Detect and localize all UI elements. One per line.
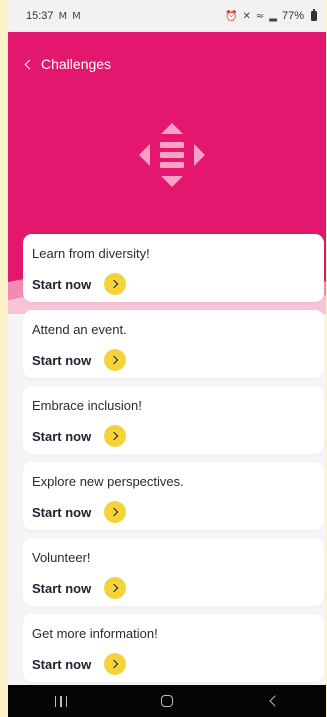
chevron-right-icon[interactable] bbox=[104, 425, 127, 447]
challenge-title: Explore new perspectives. bbox=[32, 474, 184, 489]
home-icon bbox=[161, 695, 173, 707]
challenge-title: Volunteer! bbox=[32, 550, 91, 565]
back-to-challenges-link[interactable]: Challenges bbox=[24, 56, 112, 72]
challenge-title: Learn from diversity! bbox=[32, 246, 150, 261]
start-now-button[interactable]: Start now bbox=[32, 577, 315, 599]
start-now-button[interactable]: Start now bbox=[32, 653, 315, 675]
start-now-label: Start now bbox=[32, 352, 92, 368]
challenge-card: Embrace inclusion! Start now bbox=[23, 386, 324, 454]
challenge-card: Volunteer! Start now bbox=[23, 538, 324, 606]
chevron-right-icon[interactable] bbox=[104, 501, 127, 523]
back-label: Challenges bbox=[41, 56, 112, 72]
start-now-label: Start now bbox=[32, 656, 92, 672]
battery-icon bbox=[311, 9, 317, 21]
start-now-button[interactable]: Start now bbox=[32, 273, 315, 295]
start-now-button[interactable]: Start now bbox=[32, 349, 315, 371]
home-button[interactable] bbox=[137, 685, 197, 717]
mute-icon: ✕ bbox=[242, 10, 251, 22]
start-now-button[interactable]: Start now bbox=[32, 501, 315, 523]
challenge-card: Learn from diversity! Start now bbox=[23, 234, 324, 302]
system-nav-bar bbox=[8, 685, 326, 717]
recents-button[interactable] bbox=[31, 685, 91, 717]
gmail-icon: M bbox=[72, 10, 81, 22]
gmail-icon: M bbox=[58, 10, 68, 22]
signal-icon: ▂ bbox=[269, 10, 277, 22]
status-bar: 15:37 M M ⏰ ✕ ≈ ▂ 77% bbox=[8, 0, 326, 32]
chevron-left-icon bbox=[24, 59, 35, 70]
challenge-card: Explore new perspectives. Start now bbox=[23, 462, 324, 530]
chevron-right-icon[interactable] bbox=[104, 273, 127, 295]
start-now-label: Start now bbox=[32, 428, 92, 444]
alarm-icon: ⏰ bbox=[225, 10, 238, 22]
challenge-title: Get more information! bbox=[32, 626, 158, 641]
challenge-card: Get more information! Start now bbox=[23, 614, 324, 682]
challenge-card: Attend an event. Start now bbox=[23, 310, 324, 378]
start-now-label: Start now bbox=[32, 580, 92, 596]
challenge-title: Embrace inclusion! bbox=[32, 398, 142, 413]
wifi-icon: ≈ bbox=[255, 10, 265, 22]
start-now-label: Start now bbox=[32, 276, 92, 292]
status-time: 15:37 bbox=[26, 10, 54, 22]
move-arrows-icon bbox=[139, 123, 205, 187]
chevron-right-icon[interactable] bbox=[104, 577, 127, 599]
back-icon bbox=[268, 695, 281, 707]
recents-icon bbox=[54, 695, 68, 707]
phone-screen: 15:37 M M ⏰ ✕ ≈ ▂ 77% Challenges Learn f… bbox=[8, 0, 326, 717]
challenge-title: Attend an event. bbox=[32, 322, 127, 337]
start-now-label: Start now bbox=[32, 504, 92, 520]
chevron-right-icon[interactable] bbox=[104, 653, 127, 675]
start-now-button[interactable]: Start now bbox=[32, 425, 315, 447]
chevron-right-icon[interactable] bbox=[104, 349, 127, 371]
back-button[interactable] bbox=[243, 685, 303, 717]
battery-level: 77% bbox=[281, 10, 304, 22]
challenge-list: Learn from diversity! Start now Attend a… bbox=[23, 234, 324, 690]
